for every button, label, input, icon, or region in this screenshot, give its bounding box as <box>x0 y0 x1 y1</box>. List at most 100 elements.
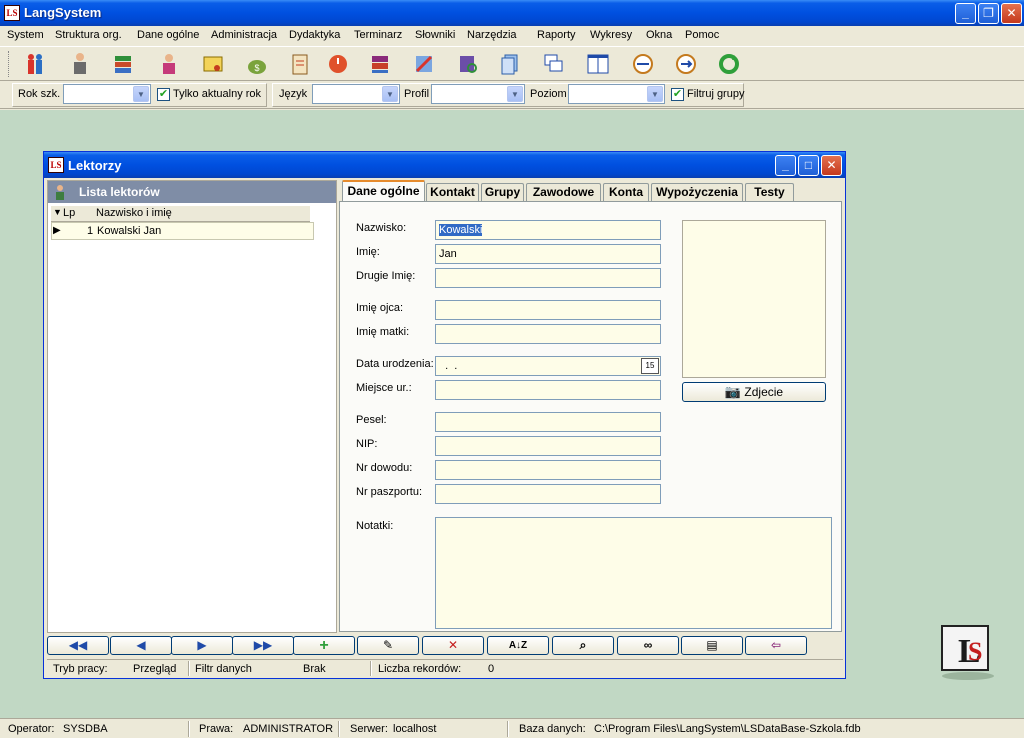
documents-icon[interactable] <box>497 51 523 77</box>
nr-paszportu-field[interactable] <box>435 484 661 504</box>
app-title-bar[interactable]: LS LangSystem _ ❐ ✕ <box>0 0 1024 26</box>
menu-terminarz[interactable]: Terminarz <box>354 29 402 41</box>
book-search-icon[interactable] <box>455 51 481 77</box>
school-year-combo[interactable]: ▼ <box>63 84 151 104</box>
export-icon[interactable] <box>673 51 699 77</box>
menu-pomoc[interactable]: Pomoc <box>685 29 719 41</box>
calendar-icon[interactable]: 15 <box>641 358 659 374</box>
navigation-bar: ◀◀ ◀ ▶ ▶▶ + ✎ ✕ A↓Z ⌕ ∞ ▤ ⇦ <box>47 635 843 657</box>
pesel-field[interactable] <box>435 412 661 432</box>
nip-field[interactable] <box>435 436 661 456</box>
chevron-down-icon[interactable]: ▼ <box>647 86 663 102</box>
close-button[interactable]: ✕ <box>1001 3 1022 24</box>
teacher-icon[interactable] <box>67 51 93 77</box>
menu-struktura[interactable]: Struktura org. <box>55 29 122 41</box>
certificate-icon[interactable] <box>200 51 226 77</box>
filter-groups-checkbox[interactable]: ✔ <box>671 88 684 101</box>
tools-icon[interactable] <box>411 51 437 77</box>
books-stack-icon[interactable] <box>110 51 136 77</box>
notatki-field[interactable] <box>435 517 832 629</box>
miejsce-ur-field[interactable] <box>435 380 661 400</box>
profile-combo[interactable]: ▼ <box>431 84 525 104</box>
child-minimize-button[interactable]: _ <box>775 155 796 176</box>
tab-wypozyczenia[interactable]: Wypożyczenia <box>651 183 743 202</box>
menu-wykresy[interactable]: Wykresy <box>590 29 632 41</box>
tab-testy[interactable]: Testy <box>745 183 794 202</box>
count-value: 0 <box>488 663 495 675</box>
nazwisko-label: Nazwisko: <box>356 222 407 234</box>
edit-record-button[interactable]: ✎ <box>357 636 419 655</box>
column-lp[interactable]: Lp <box>63 207 75 219</box>
menu-dydaktyka[interactable]: Dydaktyka <box>289 29 340 41</box>
tab-zawodowe[interactable]: Zawodowe <box>526 183 601 202</box>
print-icon: ▤ <box>706 638 718 652</box>
restore-button[interactable]: ❐ <box>978 3 999 24</box>
import-icon[interactable] <box>630 51 656 77</box>
tab-kontakt[interactable]: Kontakt <box>426 183 479 202</box>
prev-record-button[interactable]: ◀ <box>110 636 172 655</box>
lektorzy-title-bar[interactable]: LS Lektorzy _ □ ✕ <box>44 152 845 178</box>
menu-raporty[interactable]: Raporty <box>537 29 576 41</box>
imie-ojca-field[interactable] <box>435 300 661 320</box>
filter-button[interactable]: ⌕ <box>552 636 614 655</box>
school-year-label: Rok szk. <box>18 88 61 100</box>
only-current-year-checkbox[interactable]: ✔ <box>157 88 170 101</box>
toolbar-grip[interactable] <box>8 51 11 77</box>
level-combo[interactable]: ▼ <box>568 84 665 104</box>
chevron-down-icon[interactable]: ▼ <box>382 86 398 102</box>
table-row[interactable]: ▶ 1 Kowalski Jan <box>51 222 314 240</box>
menu-system[interactable]: System <box>7 29 44 41</box>
delete-record-button[interactable]: ✕ <box>422 636 484 655</box>
menu-slowniki[interactable]: Słowniki <box>415 29 455 41</box>
row-pointer-icon: ▶ <box>53 225 61 236</box>
refresh-icon[interactable] <box>716 51 742 77</box>
chevron-down-icon[interactable]: ▼ <box>507 86 523 102</box>
tab-grupy[interactable]: Grupy <box>481 183 524 202</box>
cascade-windows-icon[interactable] <box>541 51 567 77</box>
last-record-button[interactable]: ▶▶ <box>232 636 294 655</box>
sort-indicator-icon[interactable]: ▼ <box>53 207 62 217</box>
tile-windows-icon[interactable] <box>585 51 611 77</box>
teacher-icon <box>56 185 64 200</box>
student-icon[interactable] <box>156 51 182 77</box>
language-combo[interactable]: ▼ <box>312 84 400 104</box>
money-bag-icon[interactable]: $ <box>244 51 270 77</box>
chevron-down-icon[interactable]: ▼ <box>133 86 149 102</box>
server-value: localhost <box>393 723 437 735</box>
clipboard-icon[interactable] <box>287 51 313 77</box>
minimize-button[interactable]: _ <box>955 3 976 24</box>
imie-field[interactable]: Jan <box>435 244 661 264</box>
drugie-imie-field[interactable] <box>435 268 661 288</box>
nr-dowodu-field[interactable] <box>435 460 661 480</box>
child-close-button[interactable]: ✕ <box>821 155 842 176</box>
print-button[interactable]: ▤ <box>681 636 743 655</box>
add-record-button[interactable]: + <box>293 636 355 655</box>
operator-value: SYSDBA <box>63 723 108 735</box>
find-button[interactable]: ∞ <box>617 636 679 655</box>
photo-button[interactable]: 📷 Zdjecie <box>682 382 826 402</box>
menu-administracja[interactable]: Administracja <box>211 29 277 41</box>
people-icon[interactable] <box>22 51 48 77</box>
svg-text:$: $ <box>254 63 259 73</box>
data-urodzenia-field[interactable]: . . 15 <box>435 356 661 376</box>
clock-icon[interactable] <box>325 51 351 77</box>
menu-narzedzia[interactable]: Narzędzia <box>467 29 517 41</box>
next-record-button[interactable]: ▶ <box>171 636 233 655</box>
exit-button[interactable]: ⇦ <box>745 636 807 655</box>
sort-button[interactable]: A↓Z <box>487 636 549 655</box>
tab-konta[interactable]: Konta <box>603 183 649 202</box>
column-name[interactable]: Nazwisko i imię <box>96 207 172 219</box>
app-logo-icon: LS <box>48 157 64 173</box>
child-maximize-button[interactable]: □ <box>798 155 819 176</box>
tab-dane-ogolne[interactable]: Dane ogólne <box>342 180 425 202</box>
menu-okna[interactable]: Okna <box>646 29 672 41</box>
nazwisko-field[interactable]: Kowalski <box>435 220 661 240</box>
menu-dane-ogolne[interactable]: Dane ogólne <box>137 29 199 41</box>
db-label: Baza danych: <box>519 723 586 735</box>
dictionary-icon[interactable] <box>367 51 393 77</box>
server-label: Serwer: <box>350 723 388 735</box>
first-record-button[interactable]: ◀◀ <box>47 636 109 655</box>
imie-matki-label: Imię matki: <box>356 326 410 338</box>
db-value: C:\Program Files\LangSystem\LSDataBase-S… <box>594 723 861 735</box>
imie-matki-field[interactable] <box>435 324 661 344</box>
